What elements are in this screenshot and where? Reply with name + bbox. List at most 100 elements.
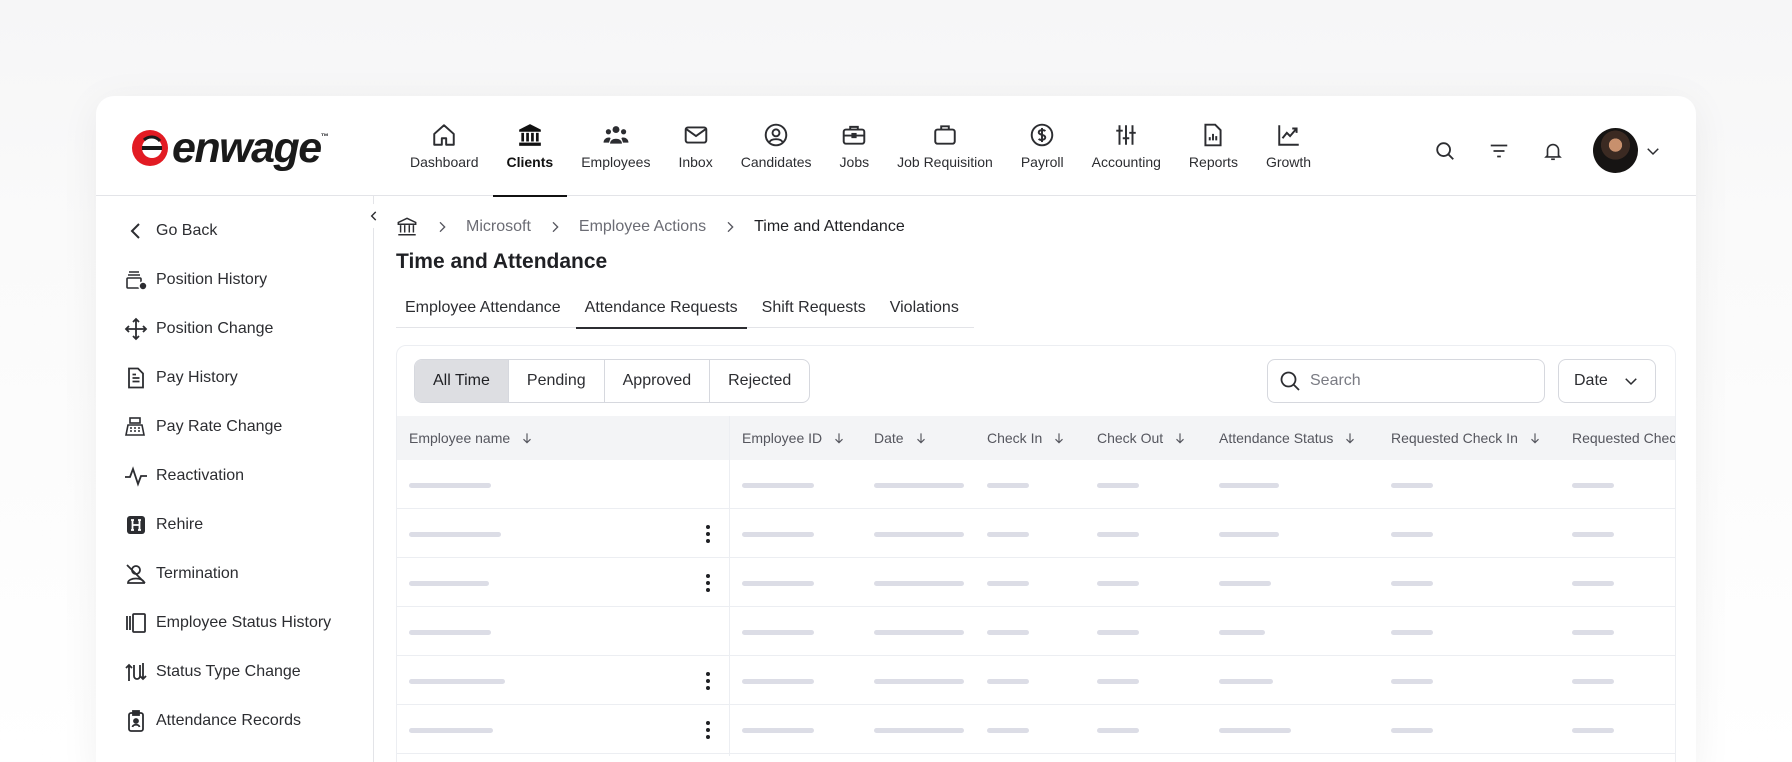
tab-shift-requests[interactable]: Shift Requests xyxy=(753,288,875,328)
requests-card: All Time Pending Approved Rejected Date … xyxy=(396,345,1676,762)
search-button[interactable] xyxy=(1431,137,1459,165)
table-row[interactable] xyxy=(397,705,1675,754)
bank-icon[interactable] xyxy=(396,216,418,238)
loading-placeholder xyxy=(1097,483,1139,488)
kebab-menu-icon[interactable] xyxy=(699,671,717,691)
column-header-attendance-status[interactable]: Attendance Status xyxy=(1219,416,1357,460)
date-dropdown[interactable]: Date xyxy=(1558,359,1656,403)
nav-label: Payroll xyxy=(1020,154,1064,170)
loading-placeholder xyxy=(409,630,491,635)
table-row[interactable] xyxy=(397,558,1675,607)
loading-placeholder xyxy=(987,581,1029,586)
sidebar-collapse-button[interactable] xyxy=(362,204,386,228)
sidebar-item-pay-rate-change[interactable]: Pay Rate Change xyxy=(124,402,331,451)
table-row[interactable] xyxy=(397,656,1675,705)
chevron-left-icon xyxy=(130,222,140,239)
filter-pending[interactable]: Pending xyxy=(509,360,605,402)
nav-item-inbox[interactable]: Inbox xyxy=(664,96,726,196)
nav-item-accounting[interactable]: Accounting xyxy=(1078,96,1175,196)
column-header-employee-id[interactable]: Employee ID xyxy=(742,416,846,460)
sidebar-item-position-history[interactable]: Position History xyxy=(124,255,331,304)
mail-icon xyxy=(684,126,707,144)
main-content: Microsoft Employee Actions Time and Atte… xyxy=(396,196,1676,762)
loading-placeholder xyxy=(987,483,1029,488)
column-header-requested-check-in[interactable]: Requested Check In xyxy=(1391,416,1542,460)
filter-all-time[interactable]: All Time xyxy=(415,360,509,402)
loading-placeholder xyxy=(409,483,491,488)
loading-placeholder xyxy=(874,532,964,537)
nav-item-employees[interactable]: Employees xyxy=(567,96,664,196)
loading-placeholder xyxy=(1097,728,1139,733)
column-header-label: Date xyxy=(874,430,904,446)
notifications-button[interactable] xyxy=(1539,137,1567,165)
table-row[interactable] xyxy=(397,509,1675,558)
sidebar-item-termination[interactable]: Termination xyxy=(124,549,331,598)
column-header-employee-name[interactable]: Employee name xyxy=(409,416,534,460)
sidebar-item-rehire[interactable]: Rehire xyxy=(124,500,331,549)
search-field xyxy=(1267,359,1545,403)
loading-placeholder xyxy=(742,679,814,684)
sidebar-item-status-type-change[interactable]: Status Type Change xyxy=(124,647,331,696)
sidebar-item-pay-history[interactable]: Pay History xyxy=(124,353,331,402)
report-icon xyxy=(1204,123,1222,147)
nav-item-job-requisition[interactable]: Job Requisition xyxy=(883,96,1007,196)
tab-violations[interactable]: Violations xyxy=(881,288,968,328)
nav-item-dashboard[interactable]: Dashboard xyxy=(396,96,493,196)
column-header-label: Employee ID xyxy=(742,430,823,446)
sidebar-item-employee-status-history[interactable]: Employee Status History xyxy=(124,598,331,647)
users-icon xyxy=(603,126,629,144)
search-input[interactable] xyxy=(1310,372,1530,390)
sidebar-item-reactivation[interactable]: Reactivation xyxy=(124,451,331,500)
top-navigation-bar: enwage ™ Dashboard Clients Employees Inb… xyxy=(96,96,1696,197)
column-header-label: Employee name xyxy=(409,430,511,446)
kebab-menu-icon[interactable] xyxy=(699,720,717,740)
loading-placeholder xyxy=(409,679,505,684)
status-history-icon xyxy=(126,612,146,633)
sidebar-item-label: Termination xyxy=(156,564,239,582)
sidebar-item-label: Position History xyxy=(156,270,268,288)
bell-icon xyxy=(1544,143,1562,160)
column-header-date[interactable]: Date xyxy=(874,416,928,460)
loading-placeholder xyxy=(409,581,489,586)
loading-placeholder xyxy=(1391,581,1433,586)
kebab-menu-icon[interactable] xyxy=(699,524,717,544)
page-title: Time and Attendance xyxy=(396,250,608,273)
kebab-menu-icon[interactable] xyxy=(699,573,717,593)
nav-item-jobs[interactable]: Jobs xyxy=(826,96,884,196)
sidebar-item-go-back[interactable]: Go Back xyxy=(124,206,331,255)
table-row[interactable] xyxy=(397,607,1675,656)
breadcrumb-item[interactable]: Microsoft xyxy=(466,218,531,236)
nav-item-candidates[interactable]: Candidates xyxy=(727,96,826,196)
column-header-requested-check-out[interactable]: Requested Chec xyxy=(1572,416,1675,460)
tab-employee-attendance[interactable]: Employee Attendance xyxy=(396,288,570,328)
tab-attendance-requests[interactable]: Attendance Requests xyxy=(575,288,747,329)
table-row[interactable] xyxy=(397,460,1675,509)
loading-placeholder xyxy=(987,728,1029,733)
column-header-check-in[interactable]: Check In xyxy=(987,416,1066,460)
enwage-logo-icon xyxy=(132,130,168,166)
loading-placeholder xyxy=(1219,581,1271,586)
nav-item-clients[interactable]: Clients xyxy=(492,96,568,197)
loading-placeholder xyxy=(1097,630,1139,635)
filter-rejected[interactable]: Rejected xyxy=(710,360,809,402)
brand-logo[interactable]: enwage ™ xyxy=(130,127,329,170)
breadcrumb-item[interactable]: Employee Actions xyxy=(579,218,706,236)
filter-approved[interactable]: Approved xyxy=(605,360,711,402)
breadcrumb-current: Time and Attendance xyxy=(754,218,905,235)
loading-placeholder xyxy=(874,679,964,684)
nav-item-growth[interactable]: Growth xyxy=(1252,96,1325,196)
filter-button[interactable] xyxy=(1485,137,1513,165)
chevron-down-icon[interactable] xyxy=(1644,142,1662,160)
arrow-down-icon xyxy=(835,433,844,444)
chevron-left-icon xyxy=(370,211,377,221)
loading-placeholder xyxy=(1219,728,1291,733)
nav-item-payroll[interactable]: Payroll xyxy=(1007,96,1078,196)
column-header-check-out[interactable]: Check Out xyxy=(1097,416,1187,460)
loading-placeholder xyxy=(987,679,1029,684)
avatar[interactable] xyxy=(1593,128,1638,173)
nav-item-reports[interactable]: Reports xyxy=(1175,96,1252,196)
sidebar-item-position-change[interactable]: Position Change xyxy=(124,304,331,353)
sidebar-item-attendance-records[interactable]: Attendance Records xyxy=(124,696,331,745)
h-badge-icon xyxy=(127,515,145,534)
loading-placeholder xyxy=(1391,728,1433,733)
